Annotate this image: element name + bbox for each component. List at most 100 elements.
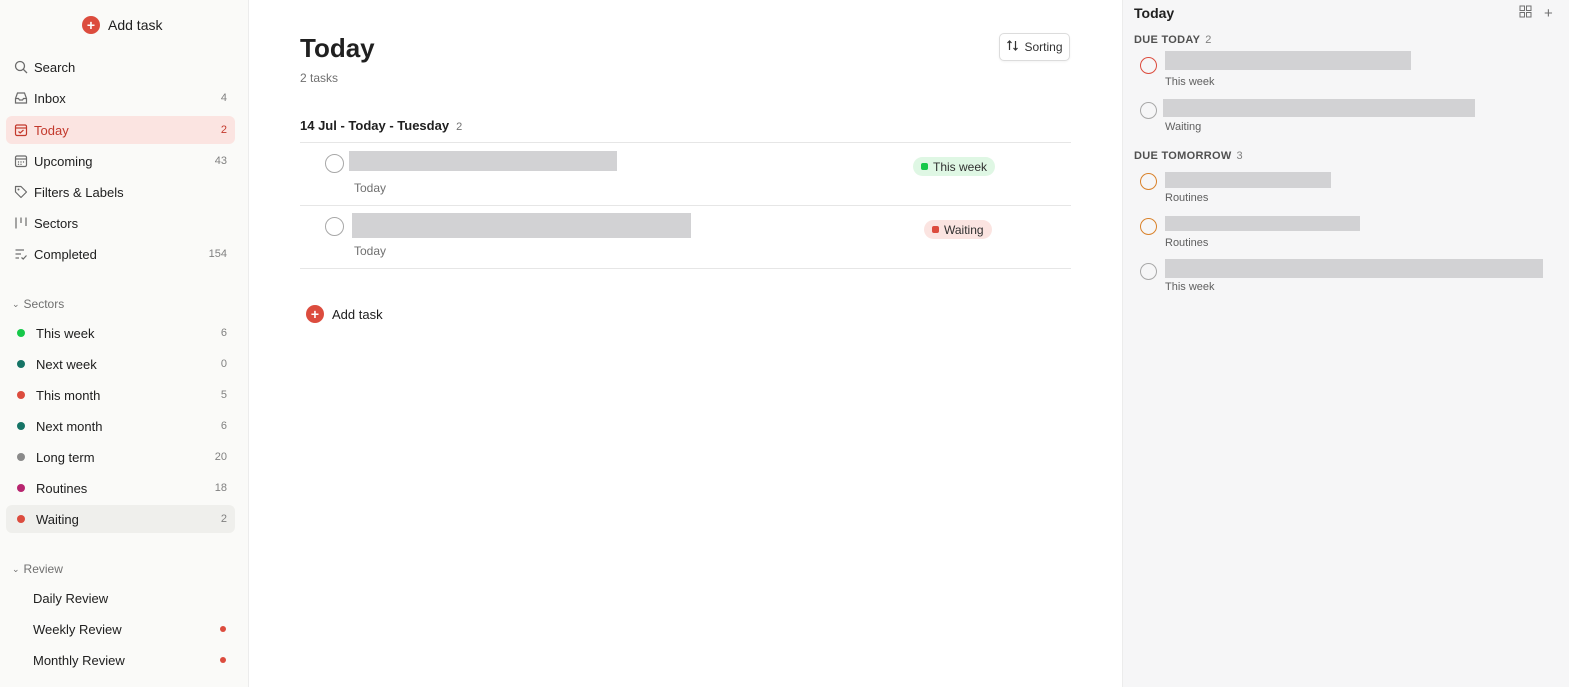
divider xyxy=(300,268,1071,269)
task-label-chip[interactable]: This week xyxy=(913,157,996,176)
task-count: 2 tasks xyxy=(300,71,339,85)
due-tomorrow-title: DUE TOMORROW xyxy=(1134,150,1232,162)
task-label-text: This week xyxy=(933,159,988,174)
chevron-down-icon: ⌄ xyxy=(12,298,20,309)
sidebar-item-label: Completed xyxy=(34,246,97,262)
sidebar-item-label: Inbox xyxy=(34,90,66,106)
right-panel-actions: + xyxy=(1519,5,1553,21)
sectors-section-toggle[interactable]: ⌄ Sectors xyxy=(12,297,64,311)
sidebar-item-upcoming[interactable]: Upcoming 43 xyxy=(6,147,235,175)
sidebar-sector-routines[interactable]: Routines 18 xyxy=(6,474,235,502)
add-task-label: Add task xyxy=(332,306,383,322)
sidebar-item-count: 18 xyxy=(214,482,227,494)
right-panel-title: Today xyxy=(1134,5,1175,21)
sidebar-item-label: Search xyxy=(34,59,76,75)
sidebar-item-count: 6 xyxy=(220,420,227,432)
right-task-sector: This week xyxy=(1165,76,1215,88)
sorting-button[interactable]: Sorting xyxy=(999,33,1070,61)
task-complete-checkbox[interactable] xyxy=(325,217,344,236)
task-due-date: Today xyxy=(354,244,387,258)
task-label-chip[interactable]: Waiting xyxy=(924,220,992,239)
sidebar-item-label: Filters & Labels xyxy=(34,184,124,200)
date-group-count: 2 xyxy=(456,121,463,133)
add-task-label: Add task xyxy=(108,17,163,33)
sidebar-review-monthly[interactable]: Monthly Review xyxy=(6,646,235,674)
sidebar-sector-long-term[interactable]: Long term 20 xyxy=(6,443,235,471)
sidebar-item-completed[interactable]: Completed 154 xyxy=(6,240,235,268)
right-task-sector: This week xyxy=(1165,281,1215,293)
right-task-checkbox[interactable] xyxy=(1140,102,1157,119)
sidebar-item-label: Weekly Review xyxy=(33,621,122,637)
date-group-title: 14 Jul - Today - Tuesday xyxy=(300,118,450,133)
due-tomorrow-count: 3 xyxy=(1236,150,1243,162)
grid-view-icon[interactable] xyxy=(1519,5,1532,21)
review-section-toggle[interactable]: ⌄ Review xyxy=(12,562,63,576)
sidebar-sector-next-week[interactable]: Next week 0 xyxy=(6,350,235,378)
task-row[interactable]: Today This week xyxy=(300,143,1071,205)
add-icon[interactable]: + xyxy=(1544,6,1553,21)
right-task-checkbox[interactable] xyxy=(1140,218,1157,235)
right-task-sector: Waiting xyxy=(1165,121,1202,133)
calendar-icon xyxy=(14,154,28,168)
label-color-dot xyxy=(932,226,939,233)
sidebar-item-label: Long term xyxy=(36,449,95,465)
plus-icon: + xyxy=(82,16,100,34)
right-task-checkbox[interactable] xyxy=(1140,57,1157,74)
sidebar-item-sectors[interactable]: Sectors xyxy=(6,209,235,237)
task-row[interactable]: Today Waiting xyxy=(300,206,1071,268)
task-label-text: Waiting xyxy=(944,222,984,237)
sector-color-dot xyxy=(17,360,25,368)
plus-icon: + xyxy=(306,305,324,323)
right-task-sector: Routines xyxy=(1165,192,1209,204)
sidebar-item-label: Sectors xyxy=(34,215,79,231)
task-complete-checkbox[interactable] xyxy=(325,154,344,173)
sector-color-dot xyxy=(17,453,25,461)
sidebar-item-count: 2 xyxy=(220,124,227,136)
review-section-title: Review xyxy=(23,562,63,576)
sidebar-item-count: 43 xyxy=(214,155,227,167)
sidebar-sector-next-month[interactable]: Next month 6 xyxy=(6,412,235,440)
due-today-title: DUE TODAY xyxy=(1134,34,1201,46)
calendar-today-icon xyxy=(14,123,28,137)
sidebar-item-count: 154 xyxy=(208,248,227,260)
checklist-icon xyxy=(14,247,28,261)
sidebar-sector-waiting[interactable]: Waiting 2 xyxy=(6,505,235,533)
sidebar-sector-this-week[interactable]: This week 6 xyxy=(6,319,235,347)
sidebar-item-inbox[interactable]: Inbox 4 xyxy=(6,84,235,112)
sector-color-dot xyxy=(17,329,25,337)
tag-icon xyxy=(14,185,28,199)
redacted-task-title xyxy=(1163,99,1475,117)
sidebar-item-label: Next week xyxy=(36,356,97,372)
add-task-button[interactable]: + Add task xyxy=(306,305,383,323)
sidebar-item-count: 0 xyxy=(220,358,227,370)
right-task-checkbox[interactable] xyxy=(1140,173,1157,190)
unread-indicator xyxy=(220,657,226,663)
sidebar-item-label: Next month xyxy=(36,418,103,434)
sidebar-item-label: Monthly Review xyxy=(33,652,125,668)
sidebar-item-label: This month xyxy=(36,387,101,403)
sorting-label: Sorting xyxy=(1024,40,1063,54)
sidebar-item-label: Daily Review xyxy=(33,590,109,606)
label-color-dot xyxy=(921,163,928,170)
redacted-task-title xyxy=(349,151,617,171)
sidebar-item-search[interactable]: Search xyxy=(6,53,235,81)
sidebar-review-daily[interactable]: Daily Review xyxy=(6,584,235,612)
sidebar-item-count: 6 xyxy=(220,327,227,339)
due-tomorrow-header: DUE TOMORROW 3 xyxy=(1134,150,1243,162)
task-due-date: Today xyxy=(354,181,387,195)
sector-color-dot xyxy=(17,515,25,523)
right-task-sector: Routines xyxy=(1165,237,1209,249)
sidebar-item-today[interactable]: Today 2 xyxy=(6,116,235,144)
sidebar-review-weekly[interactable]: Weekly Review xyxy=(6,615,235,643)
sidebar-item-filters-labels[interactable]: Filters & Labels xyxy=(6,178,235,206)
sidebar-item-count: 5 xyxy=(220,389,227,401)
sidebar-item-label: Upcoming xyxy=(34,153,93,169)
right-task-checkbox[interactable] xyxy=(1140,263,1157,280)
sidebar-item-label: Today xyxy=(34,122,69,138)
sidebar-item-count: 4 xyxy=(220,92,227,104)
sidebar-item-label: Waiting xyxy=(36,511,79,527)
sidebar: + Add task Search Inbox 4 Today 2 Upcomi… xyxy=(0,0,249,687)
sidebar-add-task-button[interactable]: + Add task xyxy=(82,15,162,35)
sidebar-sector-this-month[interactable]: This month 5 xyxy=(6,381,235,409)
redacted-task-title xyxy=(1165,216,1360,231)
